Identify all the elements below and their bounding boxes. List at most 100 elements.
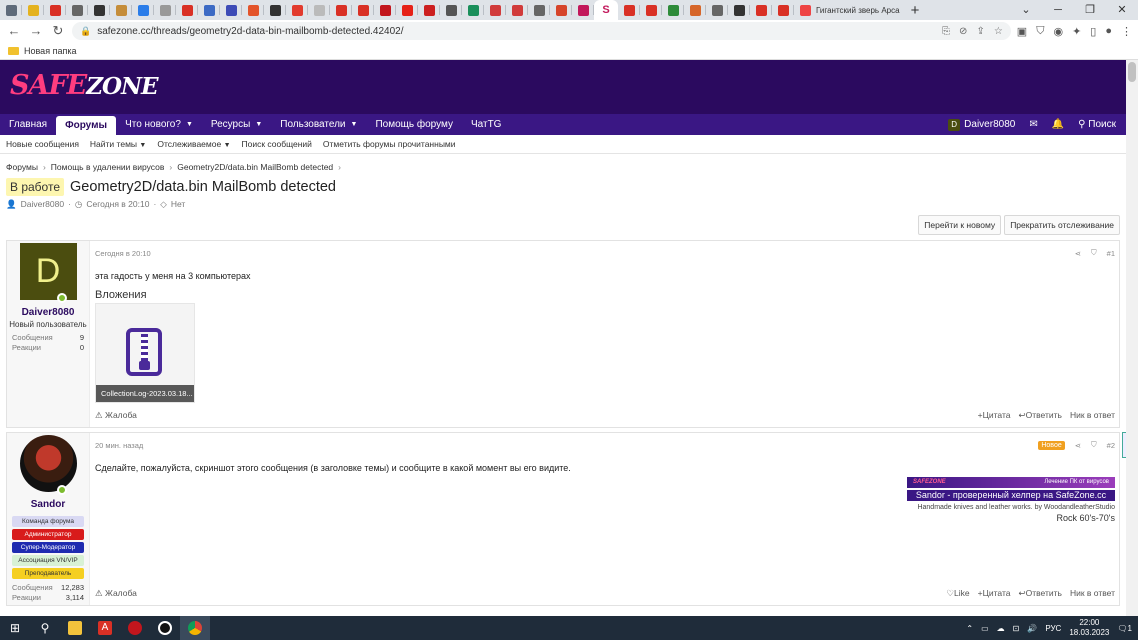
new-tab-button[interactable]: + — [904, 2, 926, 19]
envelope-icon[interactable]: ✉ — [1029, 119, 1037, 130]
nick-reply-button[interactable]: Ник в ответ — [1070, 588, 1115, 599]
nick-reply-button[interactable]: Ник в ответ — [1070, 410, 1115, 421]
browser-tab[interactable] — [176, 0, 198, 20]
signature-banner[interactable]: SAFEZONE Лечение ПК от вирусов — [907, 477, 1115, 488]
nav-resources[interactable]: Ресурсы ▼ — [202, 114, 271, 135]
cloud-icon[interactable]: ☁ — [997, 624, 1005, 633]
breadcrumb-thread[interactable]: Geometry2D/data.bin MailBomb detected — [177, 162, 333, 172]
network-icon[interactable]: ⊡ — [1013, 624, 1020, 633]
scrollbar[interactable] — [1126, 60, 1138, 616]
browser-tab[interactable] — [330, 0, 352, 20]
extensions-icon[interactable]: ✦ — [1072, 25, 1081, 38]
post-time[interactable]: Сегодня в 20:10 — [95, 249, 151, 258]
chevron-down-icon[interactable]: ⌄ — [1010, 0, 1042, 20]
caret-icon[interactable]: ▼ — [186, 121, 193, 128]
nav-help-forum[interactable]: Помощь форуму — [366, 114, 462, 135]
breadcrumb-forums[interactable]: Форумы — [6, 162, 38, 172]
share-icon[interactable]: ⋖ — [1075, 441, 1081, 450]
subnav-mark-read[interactable]: Отметить форумы прочитанными — [323, 139, 456, 149]
browser-tab[interactable] — [706, 0, 728, 20]
menu-icon[interactable]: ⋮ — [1121, 25, 1132, 38]
install-icon[interactable]: ⎘ — [942, 26, 950, 37]
browser-tab[interactable] — [264, 0, 286, 20]
profile-icon[interactable]: ● — [1105, 25, 1112, 38]
browser-tab[interactable] — [550, 0, 572, 20]
thread-author[interactable]: Daiver8080 — [21, 199, 64, 210]
subnav-new-posts[interactable]: Новые сообщения — [6, 139, 79, 149]
bell-icon[interactable]: 🔔 — [1052, 119, 1064, 130]
post-number[interactable]: #1 — [1107, 249, 1115, 258]
post-username[interactable]: Daiver8080 — [7, 307, 89, 318]
subnav-search-posts[interactable]: Поиск сообщений — [242, 139, 312, 149]
image-icon[interactable]: ▣ — [1017, 25, 1027, 38]
caret-icon[interactable]: ▼ — [139, 142, 146, 149]
chevron-up-icon[interactable]: ⌃ — [966, 624, 973, 633]
post-username[interactable]: Sandor — [7, 499, 89, 510]
browser-tab[interactable] — [640, 0, 662, 20]
browser-tab[interactable] — [750, 0, 772, 20]
nav-chat-tg[interactable]: ЧатTG — [462, 114, 510, 135]
goto-new-button[interactable]: Перейти к новому — [918, 215, 1002, 235]
search-button[interactable]: ⚲ Поиск — [1078, 119, 1116, 130]
subnav-find-threads[interactable]: Найти темы ▼ — [90, 139, 146, 149]
nav-home[interactable]: Главная — [0, 114, 56, 135]
close-button[interactable]: ✕ — [1106, 0, 1138, 20]
share-icon[interactable]: ⇪ — [976, 26, 984, 37]
browser-tab[interactable] — [88, 0, 110, 20]
browser-tab[interactable] — [198, 0, 220, 20]
nav-forums[interactable]: Форумы — [56, 116, 117, 135]
browser-tab[interactable] — [772, 0, 794, 20]
address-bar[interactable]: 🔒 safezone.cc/threads/geometry2d-data-bi… — [72, 22, 1011, 40]
browser-tab[interactable] — [242, 0, 264, 20]
quote-button[interactable]: +Цитата — [978, 588, 1011, 599]
bookmark-icon[interactable]: ⛉ — [1091, 440, 1097, 450]
address-text[interactable]: safezone.cc/threads/geometry2d-data-bin-… — [97, 26, 403, 37]
nav-whats-new[interactable]: Что нового? ▼ — [116, 114, 202, 135]
reply-button[interactable]: ↩Ответить — [1018, 410, 1061, 421]
sidebar-icon[interactable]: ▯ — [1090, 25, 1096, 38]
bookmark-icon[interactable]: ⛉ — [1091, 248, 1097, 258]
browser-tab[interactable] — [44, 0, 66, 20]
clock[interactable]: 22:00 18.03.2023 — [1069, 618, 1109, 638]
restore-button[interactable]: ❐ — [1074, 0, 1106, 20]
report-link[interactable]: ⚠ Жалоба — [95, 410, 137, 421]
folder-icon[interactable]: ▭ — [981, 624, 989, 633]
signature-helper-line[interactable]: Sandor - проверенный хелпер на SafeZone.… — [907, 490, 1115, 501]
browser-tab[interactable] — [110, 0, 132, 20]
browser-tab[interactable] — [308, 0, 330, 20]
notifications-icon[interactable]: 🗨1 — [1117, 624, 1132, 633]
search-icon[interactable]: ⚲ — [30, 616, 60, 640]
attachment[interactable]: CollectionLog-2023.03.18... — [95, 303, 195, 403]
shield-icon[interactable]: ⛉ — [1036, 25, 1044, 38]
thread-time[interactable]: Сегодня в 20:10 — [86, 199, 149, 210]
attachment-name[interactable]: CollectionLog-2023.03.18... — [96, 385, 194, 402]
reload-icon[interactable]: ↻ — [50, 20, 66, 42]
browser-tab[interactable] — [352, 0, 374, 20]
acrobat-icon[interactable]: A — [90, 616, 120, 640]
browser-tab[interactable] — [374, 0, 396, 20]
browser-tab[interactable] — [220, 0, 242, 20]
volume-icon[interactable]: 🔊 — [1027, 624, 1037, 633]
avatar[interactable] — [19, 435, 77, 492]
active-tab[interactable]: S — [594, 0, 618, 20]
report-link[interactable]: ⚠ Жалоба — [95, 588, 137, 599]
bookmark-folder[interactable]: Новая папка — [24, 46, 76, 56]
hide-icon[interactable]: ⊘ — [959, 26, 967, 37]
nav-users[interactable]: Пользователи ▼ — [271, 114, 366, 135]
caret-icon[interactable]: ▼ — [255, 121, 262, 128]
browser-tab[interactable] — [0, 0, 22, 20]
signature-knives[interactable]: Handmade knives and leather works. by Wo… — [907, 504, 1115, 511]
signature-rock[interactable]: Rock 60's-70's — [907, 513, 1115, 523]
avatar[interactable]: D — [19, 243, 77, 300]
browser-tab[interactable] — [728, 0, 750, 20]
subnav-watched[interactable]: Отслеживаемое ▼ — [157, 139, 230, 149]
tab-wide[interactable]: Гигантский зверь Арса ✕ — [794, 0, 904, 20]
panda-icon[interactable] — [150, 616, 180, 640]
unwatch-button[interactable]: Прекратить отслеживание — [1004, 215, 1120, 235]
quote-button[interactable]: +Цитата — [978, 410, 1011, 421]
browser-tab[interactable] — [132, 0, 154, 20]
back-icon[interactable]: ← — [6, 20, 22, 42]
browser-tab[interactable] — [572, 0, 594, 20]
minimize-button[interactable]: ─ — [1042, 0, 1074, 20]
caret-icon[interactable]: ▼ — [224, 142, 231, 149]
